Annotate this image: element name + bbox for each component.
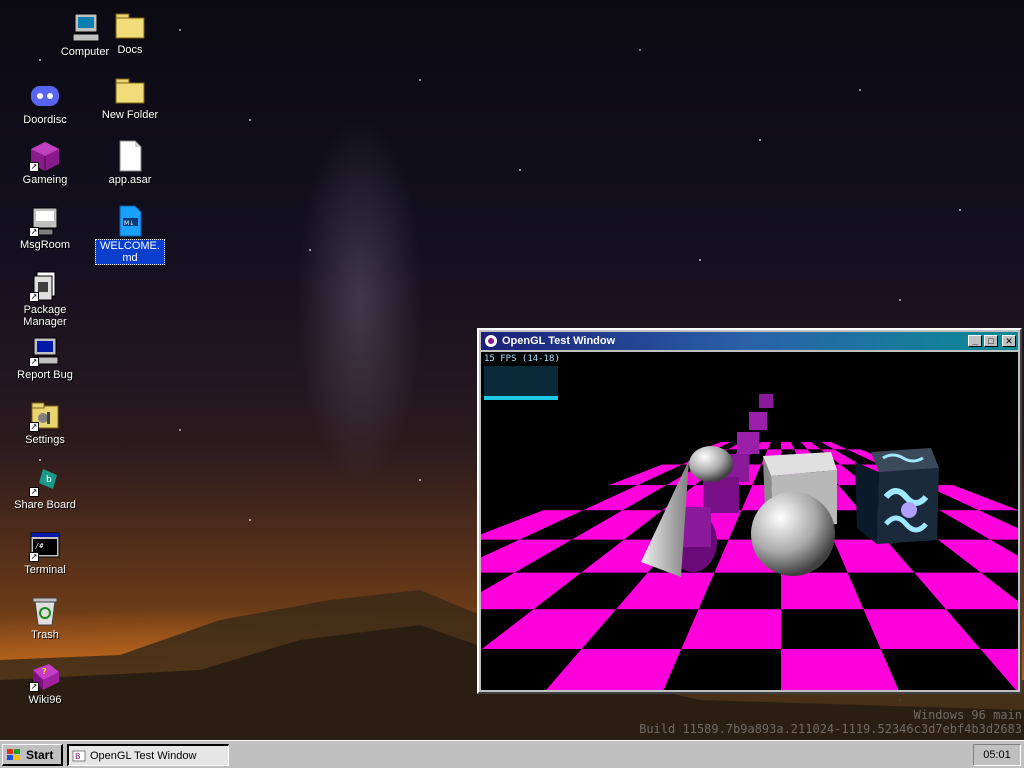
desktop-icon-msgroom[interactable]: ↗ MsgRoom <box>5 205 85 251</box>
desktop-icon-terminal[interactable]: /# ↗ Terminal <box>5 530 85 576</box>
maximize-button[interactable]: □ <box>984 335 998 347</box>
shortcut-arrow-icon: ↗ <box>29 487 39 497</box>
window-title: OpenGL Test Window <box>502 335 616 347</box>
shortcut-arrow-icon: ↗ <box>29 357 39 367</box>
opengl-canvas[interactable]: 15 FPS (14-18) <box>481 352 1018 690</box>
floor-tile <box>863 609 981 650</box>
desktop-icon-report-bug[interactable]: ↗ Report Bug <box>5 335 85 381</box>
settings-icon: ↗ <box>29 400 61 432</box>
floor-tile <box>546 649 682 690</box>
opengl-test-window[interactable]: OpenGL Test Window _ □ ✕ 15 FPS (14-18) <box>477 328 1022 694</box>
opengl-scene <box>481 394 1018 690</box>
floor-tile <box>681 609 781 650</box>
desktop-icon-doordisc[interactable]: Doordisc <box>5 80 85 126</box>
desktop-icon-welcome-md[interactable]: M↓ WELCOME.md <box>90 205 170 265</box>
chat-app-icon <box>29 80 61 112</box>
bug-report-icon: ↗ <box>29 335 61 367</box>
floor-tile <box>781 442 795 450</box>
app-icon <box>485 335 497 347</box>
desktop-icon-share-board[interactable]: b ↗ Share Board <box>5 465 85 511</box>
markdown-file-icon: M↓ <box>114 205 146 237</box>
build-watermark: Windows 96 main Build 11589.7b9a893a.211… <box>639 708 1022 736</box>
floor-tile <box>481 539 572 573</box>
desktop-icon-package-manager[interactable]: ↗ Package Manager <box>5 270 85 328</box>
desktop-icon-settings[interactable]: ↗ Settings <box>5 400 85 446</box>
svg-text:?: ? <box>42 667 47 676</box>
start-label: Start <box>26 747 54 762</box>
wiki-book-icon: ? ↗ <box>29 660 61 692</box>
recycle-bin-icon <box>29 595 61 627</box>
svg-text:b: b <box>46 475 52 485</box>
folder-icon <box>114 75 146 107</box>
minimize-button[interactable]: _ <box>968 335 982 347</box>
taskbar-item-label: OpenGL Test Window <box>90 749 197 762</box>
svg-text:B: B <box>75 752 81 761</box>
floor-tile <box>616 572 715 610</box>
floor-tile <box>781 572 864 610</box>
windows-logo-icon <box>7 748 20 760</box>
floor-tile <box>481 510 584 540</box>
desktop-icon-wiki96[interactable]: ? ↗ Wiki96 <box>5 660 85 706</box>
shortcut-arrow-icon: ↗ <box>29 162 39 172</box>
share-board-icon: b ↗ <box>29 465 61 497</box>
file-icon <box>114 140 146 172</box>
chat-room-icon: ↗ <box>29 205 61 237</box>
svg-text:M↓: M↓ <box>124 220 134 227</box>
svg-text:/#: /# <box>35 542 44 550</box>
shortcut-arrow-icon: ↗ <box>29 227 39 237</box>
window-titlebar[interactable]: OpenGL Test Window _ □ ✕ <box>481 332 1018 350</box>
floor-tile <box>608 464 683 486</box>
desktop-icon-app-asar[interactable]: app.asar <box>90 140 170 186</box>
desktop-icon-gameing[interactable]: ↗ Gameing <box>5 140 85 186</box>
floor-tile <box>937 539 1018 573</box>
shortcut-arrow-icon: ↗ <box>29 552 39 562</box>
floor-tile <box>821 442 848 450</box>
fps-counter: 15 FPS (14-18) <box>484 354 560 364</box>
folder-icon <box>114 10 146 42</box>
system-tray-clock: 05:01 <box>973 744 1021 766</box>
floor-tile <box>583 485 667 511</box>
package-icon: ↗ <box>29 270 61 302</box>
app-icon: B <box>72 750 86 761</box>
floor-tile <box>481 609 617 650</box>
floor-tile <box>980 649 1018 690</box>
shortcut-arrow-icon: ↗ <box>29 292 39 302</box>
floor-tile <box>571 510 663 540</box>
floor-tile <box>939 510 1018 540</box>
desktop-icon-docs[interactable]: Docs <box>90 10 170 56</box>
taskbar: Start B OpenGL Test Window 05:01 <box>0 740 1024 768</box>
game-cube-icon: ↗ <box>29 140 61 172</box>
shortcut-arrow-icon: ↗ <box>29 422 39 432</box>
floor-tile <box>481 572 582 610</box>
floor-tile <box>781 649 899 690</box>
desktop-icon-trash[interactable]: Trash <box>5 595 85 641</box>
taskbar-item-opengl-test-window[interactable]: B OpenGL Test Window <box>67 744 229 766</box>
shortcut-arrow-icon: ↗ <box>29 682 39 692</box>
floor-tile <box>801 442 821 450</box>
floor-tile <box>833 539 915 573</box>
desktop-icon-new-folder[interactable]: New Folder <box>90 75 170 121</box>
floor-tile <box>914 572 1018 610</box>
floor-tile <box>924 485 1018 511</box>
textured-cube-object <box>855 448 939 544</box>
large-sphere-object <box>751 492 835 576</box>
fps-graph <box>484 366 558 400</box>
floor-tile <box>481 649 482 650</box>
terminal-icon: /# ↗ <box>29 530 61 562</box>
start-button[interactable]: Start <box>2 744 63 766</box>
small-sphere-object <box>689 446 733 482</box>
close-button[interactable]: ✕ <box>1002 335 1016 347</box>
